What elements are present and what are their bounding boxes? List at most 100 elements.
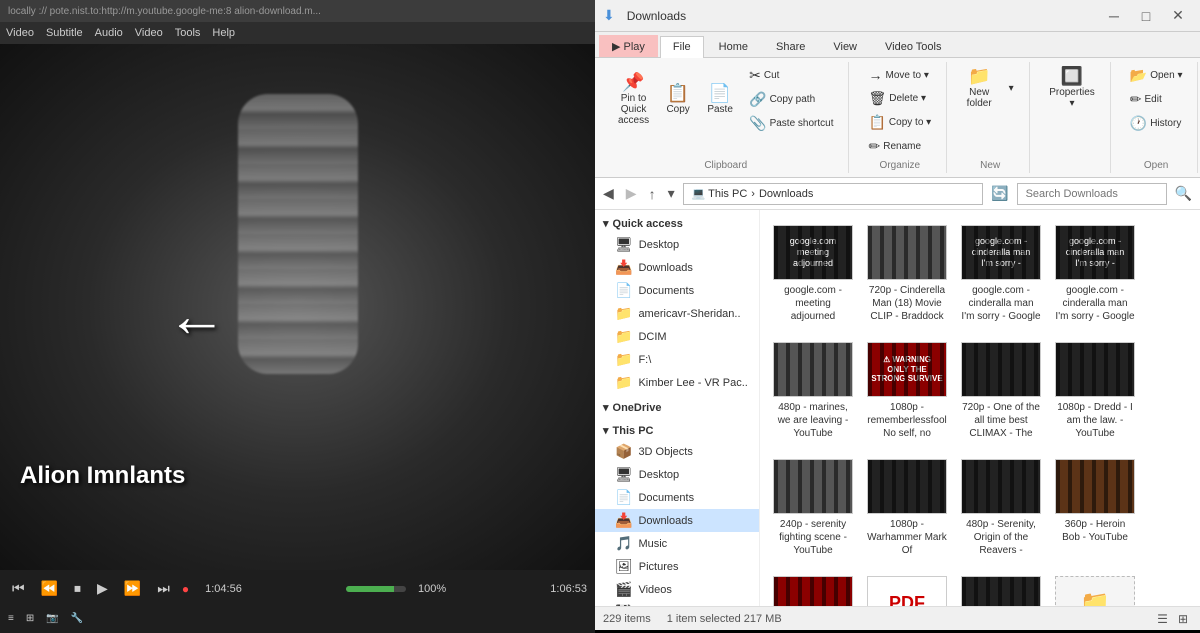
skip-back-button[interactable]: ⏮ bbox=[8, 578, 29, 599]
sidebar-item-americavr[interactable]: 📁 americavr-Sheridan.. bbox=[595, 302, 759, 325]
up-button[interactable]: ↑ bbox=[645, 184, 660, 204]
menu-help[interactable]: Help bbox=[212, 27, 235, 39]
stop-button[interactable]: ⏹ bbox=[70, 578, 85, 599]
arrow-indicator: ← bbox=[167, 281, 227, 350]
move-to-button[interactable]: → Move to ▾ bbox=[861, 64, 938, 86]
sidebar-item-dcim[interactable]: 📁 DCIM bbox=[595, 325, 759, 348]
file-item[interactable]: 📁 New folder(10) bbox=[1050, 569, 1140, 606]
tab-share[interactable]: Share bbox=[763, 36, 818, 57]
folder-icon: 📁 bbox=[1080, 589, 1110, 606]
sidebar-item-3d-objects[interactable]: 📦 3D Objects bbox=[595, 440, 759, 463]
downloads-pc-icon: 📥 bbox=[615, 512, 632, 529]
downloads-quick-label: Downloads bbox=[638, 262, 692, 274]
paste-button[interactable]: 📄 Paste bbox=[700, 81, 740, 118]
sidebar-item-videos[interactable]: 🎬 Videos bbox=[595, 578, 759, 601]
downloads-quick-icon: 📥 bbox=[615, 259, 632, 276]
this-pc-section: ▾ This PC 📦 3D Objects 🖥 Desktop 📄 Docum… bbox=[595, 421, 759, 606]
skip-forward-button[interactable]: ⏭ bbox=[153, 578, 174, 599]
close-button[interactable]: ✕ bbox=[1164, 6, 1192, 26]
search-button[interactable]: 🔍 bbox=[1171, 183, 1196, 204]
delete-button[interactable]: 🗑 Delete ▾ bbox=[861, 87, 938, 110]
back-button[interactable]: ◀ bbox=[599, 183, 618, 204]
file-item[interactable]: PDF aos-monstrous-a rcanum bbox=[862, 569, 952, 606]
tab-play[interactable]: ▶ Play bbox=[599, 35, 658, 57]
new-folder-button[interactable]: 📁 Newfolder bbox=[959, 64, 999, 112]
menu-audio[interactable]: Audio bbox=[95, 27, 123, 39]
details-view-button[interactable]: ☰ bbox=[1153, 610, 1172, 628]
copy-button[interactable]: 📋 Copy bbox=[658, 81, 698, 118]
forward-button[interactable]: ▶ bbox=[622, 183, 641, 204]
file-thumbnail bbox=[961, 342, 1041, 397]
file-item[interactable]: 240p - serenity fighting scene - YouTube bbox=[768, 452, 858, 565]
move-icon: → bbox=[868, 67, 882, 83]
sidebar-item-downloads-pc[interactable]: 📥 Downloads bbox=[595, 509, 759, 532]
refresh-button[interactable]: 🔄 bbox=[987, 183, 1012, 204]
pin-to-quick-access-button[interactable]: 📌 Pin to Quickaccess bbox=[611, 70, 656, 129]
video-url-bar: locally :// pote.nist.to:http://m.youtub… bbox=[0, 0, 595, 22]
3d-objects-label: 3D Objects bbox=[638, 446, 692, 458]
menu-video2[interactable]: Video bbox=[135, 27, 163, 39]
item-count: 229 items bbox=[603, 613, 651, 625]
sidebar-item-documents-quick[interactable]: 📄 Documents bbox=[595, 279, 759, 302]
file-item[interactable]: 1080p - Dredd - I am the law. - YouTube bbox=[1050, 335, 1140, 448]
menu-tools[interactable]: Tools bbox=[175, 27, 201, 39]
search-input[interactable] bbox=[1017, 183, 1167, 205]
history-button[interactable]: 🕐 History bbox=[1123, 112, 1190, 135]
taskbar-btn-1[interactable]: ≡ bbox=[4, 611, 18, 626]
file-item[interactable]: google.com -cinderalla manI'm sorry - go… bbox=[956, 218, 1046, 331]
edit-button[interactable]: ✏ Edit bbox=[1123, 88, 1190, 111]
file-item[interactable]: google.commeetingadjourned google.com - … bbox=[768, 218, 858, 331]
sidebar-item-pictures[interactable]: 🖼 Pictures bbox=[595, 555, 759, 578]
sidebar-item-desktop-pc[interactable]: 🖥 Desktop bbox=[595, 463, 759, 486]
taskbar-btn-4[interactable]: 🔧 bbox=[67, 611, 87, 626]
cut-button[interactable]: ✂ Cut bbox=[742, 64, 840, 87]
volume-bar[interactable] bbox=[346, 586, 406, 592]
rename-button[interactable]: ✏ Rename bbox=[861, 135, 938, 158]
address-path[interactable]: 💻 This PC › Downloads bbox=[683, 183, 984, 205]
tiles-view-button[interactable]: ⊞ bbox=[1174, 610, 1192, 628]
sidebar-item-music[interactable]: 🎵 Music bbox=[595, 532, 759, 555]
main-content: ▾ Quick access 🖥 Desktop 📥 Downloads 📄 D… bbox=[595, 210, 1200, 606]
play-button[interactable]: ▶ bbox=[93, 578, 112, 599]
dcim-icon: 📁 bbox=[615, 328, 632, 345]
tab-home[interactable]: Home bbox=[706, 36, 761, 57]
this-pc-header[interactable]: ▾ This PC bbox=[595, 421, 759, 440]
sidebar-item-f-drive[interactable]: 📁 F:\ bbox=[595, 348, 759, 371]
file-item[interactable]: 1080p - Warhammer Mark Of Chaos(1080pH..… bbox=[862, 452, 952, 565]
documents-quick-icon: 📄 bbox=[615, 282, 632, 299]
tab-file[interactable]: File bbox=[660, 36, 704, 58]
onedrive-label: OneDrive bbox=[613, 402, 662, 414]
file-item[interactable]: google.com -cinderalla manI'm sorry - go… bbox=[1050, 218, 1140, 331]
menu-video[interactable]: Video bbox=[6, 27, 34, 39]
taskbar-btn-2[interactable]: ⊞ bbox=[22, 611, 38, 626]
properties-button[interactable]: 🔲 Properties▾ bbox=[1042, 64, 1102, 112]
open-button[interactable]: 📂 Open ▾ bbox=[1123, 64, 1190, 87]
copy-to-button[interactable]: 📋 Copy to ▾ bbox=[861, 111, 938, 134]
recent-locations-button[interactable]: ▾ bbox=[664, 183, 679, 204]
sidebar-item-kimber[interactable]: 📁 Kimber Lee - VR Pac.. bbox=[595, 371, 759, 394]
rewind-button[interactable]: ⏪ bbox=[37, 578, 62, 599]
sidebar-item-documents-pc[interactable]: 📄 Documents bbox=[595, 486, 759, 509]
menu-subtitle[interactable]: Subtitle bbox=[46, 27, 83, 39]
file-item[interactable]: 480p - marines, we are leaving - YouTube bbox=[768, 335, 858, 448]
taskbar-btn-3[interactable]: 📷 bbox=[42, 611, 62, 626]
file-item[interactable]: 360p - Heroin Bob - YouTube bbox=[1050, 452, 1140, 565]
onedrive-header[interactable]: ▾ OneDrive bbox=[595, 398, 759, 417]
file-item[interactable]: 480p - Serenity, Origin of the Reavers -… bbox=[956, 452, 1046, 565]
tab-video-tools[interactable]: Video Tools bbox=[872, 36, 954, 57]
maximize-button[interactable]: □ bbox=[1132, 6, 1160, 26]
file-item[interactable]: 720p - papa roach - Singular Indestructi… bbox=[956, 569, 1046, 606]
paste-shortcut-button[interactable]: 📎 Paste shortcut bbox=[742, 112, 840, 135]
file-item[interactable]: 720p - Cinderella Man (18) Movie CLIP - … bbox=[862, 218, 952, 331]
tab-view[interactable]: View bbox=[820, 36, 870, 57]
fast-forward-button[interactable]: ⏩ bbox=[120, 578, 145, 599]
quick-access-header[interactable]: ▾ Quick access bbox=[595, 214, 759, 233]
file-item[interactable]: ⚠ WARNINGONLY THESTRONG SURVIVE 1080p - … bbox=[862, 335, 952, 448]
new-item-button[interactable]: ▾ bbox=[1001, 80, 1021, 97]
file-item[interactable]: 720p - One of the all time best CLIMAX -… bbox=[956, 335, 1046, 448]
sidebar-item-desktop[interactable]: 🖥 Desktop bbox=[595, 233, 759, 256]
sidebar-item-downloads-quick[interactable]: 📥 Downloads bbox=[595, 256, 759, 279]
file-item[interactable]: 480p - Flight of Dragons (1982) Final Sh… bbox=[768, 569, 858, 606]
copy-path-button[interactable]: 🔗 Copy path bbox=[742, 88, 840, 111]
minimize-button[interactable]: ─ bbox=[1100, 6, 1128, 26]
